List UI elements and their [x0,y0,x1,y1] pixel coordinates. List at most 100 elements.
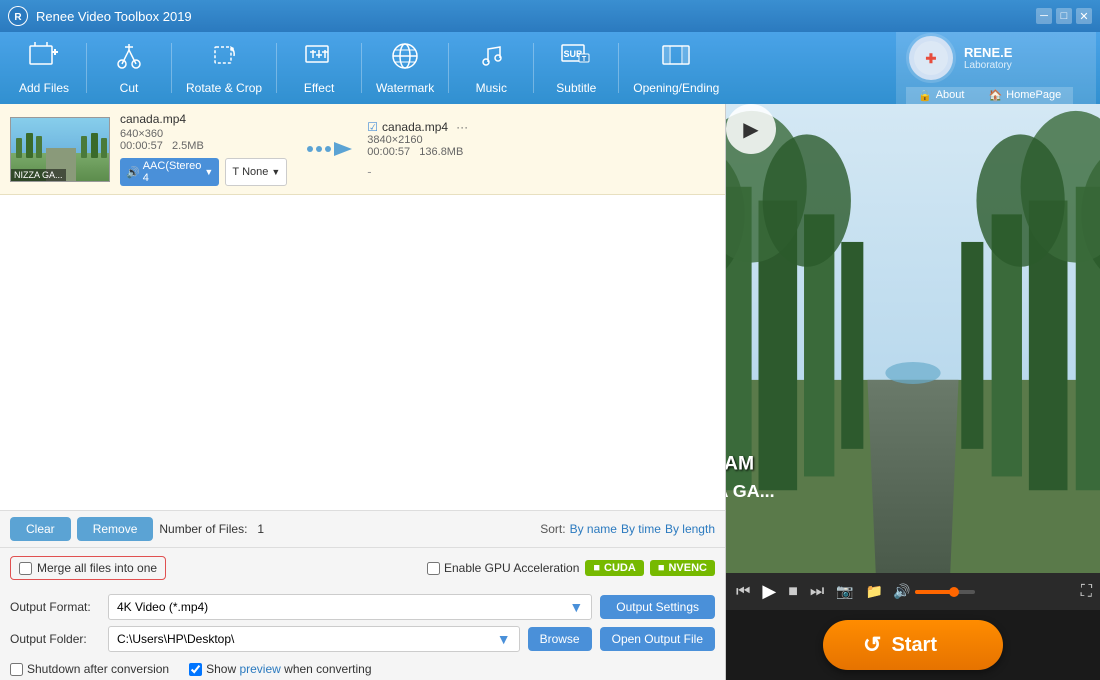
file-count-value: 1 [257,522,264,536]
home-icon: 🏠 [988,89,1002,102]
output-folder-select[interactable]: C:\Users\HP\Desktop\ ▼ [108,626,520,652]
output-format-value: 4K Video (*.mp4) [117,600,208,614]
merge-checkbox-container[interactable]: Merge all files into one [10,556,166,580]
toolbar-watermark[interactable]: Watermark [364,38,446,98]
toolbar-divider-6 [533,43,534,93]
titlebar: R Renee Video Toolbox 2019 ─ □ ✕ [0,0,1100,32]
cuda-badge: ■ CUDA [585,560,643,576]
sort-by-name[interactable]: By name [570,522,617,536]
convert-arrow [297,134,357,164]
sort-by-length[interactable]: By length [665,522,715,536]
input-time-size: 00:00:57 2.5MB [120,140,287,152]
screenshot-button[interactable]: 📷 [834,581,855,602]
nvidia-cuda-icon: ■ [593,562,600,574]
shutdown-checkbox-container[interactable]: Shutdown after conversion [10,662,169,676]
opening-ending-icon [662,42,690,77]
toolbar-divider-5 [448,43,449,93]
play-pause-button[interactable]: ▶ [760,579,778,604]
misc-row: Shutdown after conversion Show preview w… [0,658,725,680]
nvidia-nvenc-icon: ■ [658,562,665,574]
svg-text:NIZZA GA...: NIZZA GA... [726,481,775,501]
gpu-acceleration-checkbox-container[interactable]: Enable GPU Acceleration [427,561,579,575]
toolbar-cut-label: Cut [120,81,139,95]
toolbar-rotate-crop[interactable]: Rotate & Crop [174,38,274,98]
input-dimensions: 640×360 [120,128,287,140]
toolbar: Add Files Cut Rotate & Crop [0,32,1100,104]
bottom-bar: Clear Remove Number of Files: 1 Sort: By… [0,510,725,547]
merge-label: Merge all files into one [37,561,157,575]
browse-button[interactable]: Browse [528,627,592,651]
gpu-acceleration-checkbox[interactable] [427,562,440,575]
toolbar-rotate-crop-label: Rotate & Crop [186,81,262,95]
file-thumbnail: NIZZA GA... [10,117,110,182]
volume-icon[interactable]: 🔊 [893,583,910,600]
thumbnail-image: NIZZA GA... [11,118,109,181]
svg-text:T: T [582,56,587,63]
audio-select-button[interactable]: 🔊 AAC(Stereo 4 ▼ [120,158,219,186]
close-button[interactable]: ✕ [1076,8,1092,24]
homepage-button[interactable]: 🏠 HomePage [976,87,1073,104]
sort-by-time[interactable]: By time [621,522,661,536]
output-dimensions: 3840×2160 [367,134,715,146]
minimize-button[interactable]: ─ [1036,8,1052,24]
file-controls: 🔊 AAC(Stereo 4 ▼ T None ▼ [120,158,287,186]
maximize-button[interactable]: □ [1056,8,1072,24]
svg-text:R: R [14,12,22,23]
folder-button[interactable]: 📁 [864,581,885,602]
output-filename: canada.mp4 [382,120,448,134]
toolbar-add-files[interactable]: Add Files [4,38,84,98]
fullscreen-button[interactable]: ⛶ [1081,583,1092,601]
toolbar-cut[interactable]: Cut [89,38,169,98]
input-size: 2.5MB [172,140,204,152]
next-button[interactable]: ⏭ [808,581,826,603]
start-label: Start [891,634,937,657]
prev-button[interactable]: ⏮ [734,581,752,603]
open-output-button[interactable]: Open Output File [600,627,715,651]
about-button[interactable]: 🔒 About [906,87,976,104]
toolbar-opening-ending-label: Opening/Ending [633,81,719,95]
toolbar-add-files-label: Add Files [19,81,69,95]
output-dash: - [367,164,715,179]
volume-fill [915,590,954,594]
file-count-label: Number of Files: 1 [159,522,264,536]
effect-icon [305,42,333,77]
show-preview-checkbox-container[interactable]: Show preview when converting [189,662,371,676]
output-format-label: Output Format: [10,600,100,614]
audio-dropdown-arrow: ▼ [204,167,213,177]
output-file-info: ☑ canada.mp4 ··· 3840×2160 00:00:57 136.… [367,120,715,179]
output-settings-button[interactable]: Output Settings [600,595,715,619]
toolbar-divider-1 [86,43,87,93]
start-area: ↺ Start [726,610,1100,680]
cuda-label: CUDA [604,562,636,574]
svg-text:✚: ✚ [926,51,937,66]
remove-button[interactable]: Remove [77,517,154,541]
output-format-select[interactable]: 4K Video (*.mp4) ▼ [108,594,592,620]
player-controls: ⏮ ▶ ■ ⏭ 📷 📁 🔊 ⛶ [726,573,1100,610]
stop-button[interactable]: ■ [786,581,800,603]
rotate-crop-icon [210,42,238,77]
subtitle-select-button[interactable]: T None ▼ [225,158,287,186]
shutdown-checkbox[interactable] [10,663,23,676]
output-more-icon[interactable]: ··· [456,120,468,134]
input-time: 00:00:57 [120,140,163,152]
toolbar-effect[interactable]: Effect [279,38,359,98]
toolbar-subtitle[interactable]: SUB T Subtitle [536,38,616,98]
show-preview-label: Show preview when converting [206,662,371,676]
volume-slider[interactable] [915,590,975,594]
merge-checkbox[interactable] [19,562,32,575]
toolbar-divider-7 [618,43,619,93]
toolbar-opening-ending[interactable]: Opening/Ending [621,38,731,98]
left-panel: NIZZA GA... canada.mp4 640×360 00:00:57 … [0,104,726,680]
input-filename: canada.mp4 [120,112,287,126]
start-button[interactable]: ↺ Start [823,620,1003,670]
header-logo-area: ✚ RENE.E Laboratory 🔒 About 🏠 HomePage [896,32,1096,104]
output-folder-arrow: ▼ [497,631,511,647]
output-folder-row: Output Folder: C:\Users\HP\Desktop\ ▼ Br… [10,626,715,652]
output-filename-row: ☑ canada.mp4 ··· [367,120,715,134]
toolbar-music[interactable]: Music [451,38,531,98]
clear-button[interactable]: Clear [10,517,71,541]
show-preview-checkbox[interactable] [189,663,202,676]
sort-area: Sort: By name By time By length [540,522,715,536]
toolbar-divider-4 [361,43,362,93]
play-button-overlay[interactable]: ▶ [726,104,776,154]
